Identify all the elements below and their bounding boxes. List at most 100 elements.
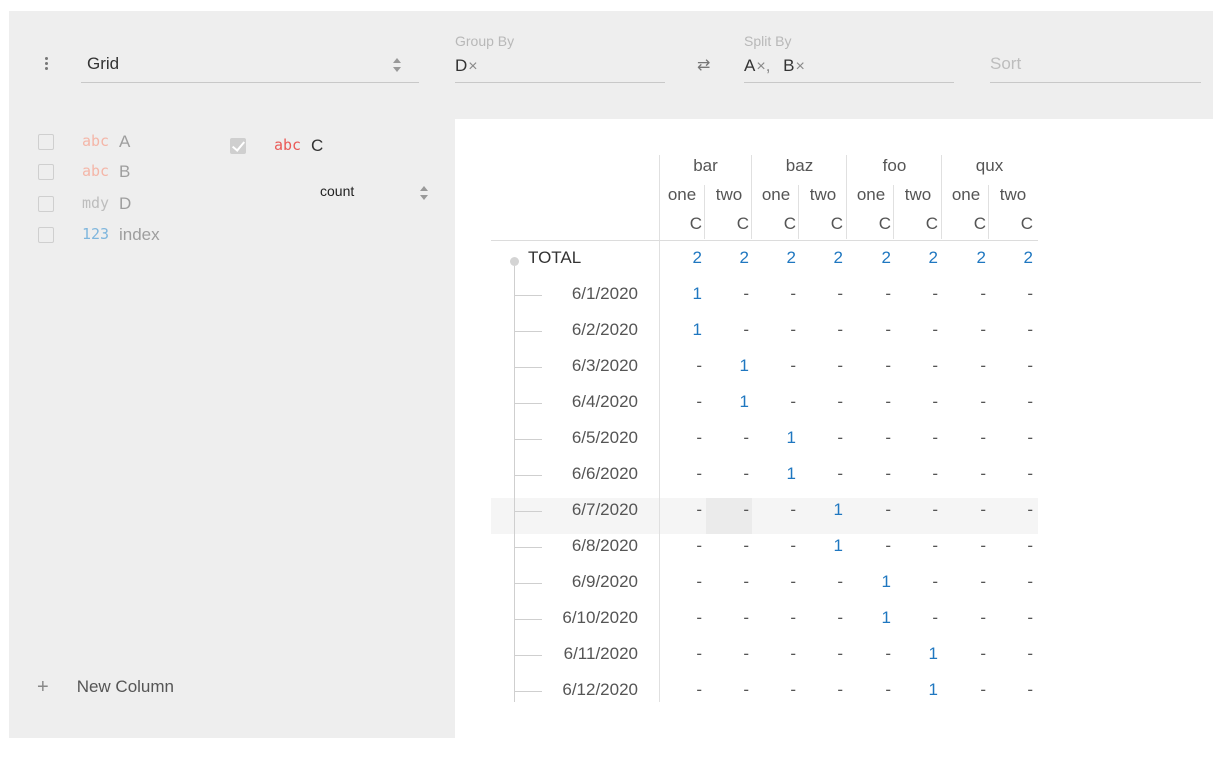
- grid-cell[interactable]: -: [797, 284, 843, 304]
- group-by-pill[interactable]: D×: [455, 56, 478, 76]
- grid-cell[interactable]: -: [845, 500, 891, 520]
- grid-cell[interactable]: 1: [892, 680, 938, 700]
- grid-cell[interactable]: -: [987, 320, 1033, 340]
- grid-cell[interactable]: 1: [797, 500, 843, 520]
- grid-cell[interactable]: -: [940, 608, 986, 628]
- grid-cell[interactable]: -: [987, 644, 1033, 664]
- column-header-c[interactable]: C: [706, 214, 749, 234]
- grid-cell[interactable]: -: [940, 680, 986, 700]
- grid-cell[interactable]: -: [750, 536, 796, 556]
- split-subheader[interactable]: two: [990, 185, 1036, 205]
- grid-cell[interactable]: -: [703, 644, 749, 664]
- split-subheader[interactable]: one: [753, 185, 799, 205]
- total-cell[interactable]: 2: [845, 248, 891, 268]
- grid-cell[interactable]: -: [845, 680, 891, 700]
- grid-cell[interactable]: -: [940, 536, 986, 556]
- column-header-c[interactable]: C: [895, 214, 938, 234]
- total-cell[interactable]: 2: [797, 248, 843, 268]
- grid-cell[interactable]: 1: [797, 536, 843, 556]
- grid-cell[interactable]: -: [845, 536, 891, 556]
- split-subheader[interactable]: two: [706, 185, 752, 205]
- group-by-field[interactable]: Group By D×: [455, 31, 665, 83]
- new-column-button[interactable]: + New Column: [37, 676, 174, 699]
- grid-cell[interactable]: 1: [656, 320, 702, 340]
- grid-cell[interactable]: -: [845, 644, 891, 664]
- grid-cell[interactable]: -: [703, 680, 749, 700]
- grid-cell[interactable]: -: [703, 464, 749, 484]
- grid-cell[interactable]: -: [703, 428, 749, 448]
- column-header-c[interactable]: C: [753, 214, 796, 234]
- total-cell[interactable]: 2: [703, 248, 749, 268]
- grid-cell[interactable]: -: [892, 392, 938, 412]
- grid-cell[interactable]: -: [940, 284, 986, 304]
- column-header-c[interactable]: C: [943, 214, 986, 234]
- total-cell[interactable]: 2: [892, 248, 938, 268]
- grid-cell[interactable]: -: [797, 320, 843, 340]
- grid-cell[interactable]: 1: [750, 428, 796, 448]
- grid-cell[interactable]: -: [892, 536, 938, 556]
- grid-cell[interactable]: -: [987, 680, 1033, 700]
- column-checkbox[interactable]: [38, 196, 54, 212]
- grid-cell[interactable]: -: [656, 392, 702, 412]
- grid-cell[interactable]: -: [987, 356, 1033, 376]
- datagrid[interactable]: bar baz foo qux one two one two one two one two C C C C…: [455, 119, 1213, 738]
- aggregate-select[interactable]: count: [320, 183, 430, 203]
- split-subheader[interactable]: two: [800, 185, 846, 205]
- total-cell[interactable]: 2: [987, 248, 1033, 268]
- grid-cell[interactable]: -: [797, 356, 843, 376]
- total-cell[interactable]: 2: [940, 248, 986, 268]
- column-header-c[interactable]: C: [990, 214, 1033, 234]
- column-header-c[interactable]: C: [800, 214, 843, 234]
- grid-cell[interactable]: 1: [845, 608, 891, 628]
- column-header-c[interactable]: C: [848, 214, 891, 234]
- grid-cell[interactable]: -: [987, 572, 1033, 592]
- grid-cell[interactable]: -: [987, 284, 1033, 304]
- split-by-field[interactable]: Split By A×, B×: [744, 31, 954, 83]
- total-cell[interactable]: 2: [750, 248, 796, 268]
- split-subheader[interactable]: one: [659, 185, 705, 205]
- grid-cell[interactable]: -: [656, 608, 702, 628]
- grid-cell[interactable]: -: [656, 536, 702, 556]
- grid-cell[interactable]: -: [940, 428, 986, 448]
- grid-cell[interactable]: -: [797, 428, 843, 448]
- grid-cell[interactable]: -: [703, 608, 749, 628]
- split-subheader[interactable]: one: [943, 185, 989, 205]
- grid-cell[interactable]: -: [987, 500, 1033, 520]
- grid-cell[interactable]: -: [656, 572, 702, 592]
- grid-cell[interactable]: 1: [750, 464, 796, 484]
- grid-cell[interactable]: -: [656, 644, 702, 664]
- grid-cell[interactable]: -: [940, 392, 986, 412]
- grid-cell[interactable]: -: [892, 572, 938, 592]
- remove-icon[interactable]: ×: [796, 58, 805, 75]
- grid-cell[interactable]: 1: [703, 392, 749, 412]
- grid-cell[interactable]: -: [845, 320, 891, 340]
- grid-cell[interactable]: -: [845, 284, 891, 304]
- column-checkbox[interactable]: [38, 134, 54, 150]
- grid-cell[interactable]: -: [797, 392, 843, 412]
- grid-cell[interactable]: -: [987, 428, 1033, 448]
- grid-cell[interactable]: -: [845, 392, 891, 412]
- column-checkbox[interactable]: [38, 227, 54, 243]
- split-by-pill[interactable]: A×,: [744, 56, 770, 76]
- grid-cell[interactable]: 1: [845, 572, 891, 592]
- grid-cell[interactable]: -: [750, 392, 796, 412]
- grid-cell[interactable]: -: [892, 320, 938, 340]
- grid-cell[interactable]: 1: [892, 644, 938, 664]
- grid-cell[interactable]: -: [750, 608, 796, 628]
- grid-cell[interactable]: -: [987, 464, 1033, 484]
- grid-cell[interactable]: 1: [656, 284, 702, 304]
- grid-cell[interactable]: -: [797, 608, 843, 628]
- split-header-baz[interactable]: baz: [753, 156, 846, 176]
- grid-cell[interactable]: -: [987, 608, 1033, 628]
- grid-cell[interactable]: -: [845, 428, 891, 448]
- grid-cell[interactable]: -: [703, 284, 749, 304]
- grid-cell[interactable]: -: [940, 644, 986, 664]
- grid-cell[interactable]: -: [845, 356, 891, 376]
- grid-cell[interactable]: -: [656, 356, 702, 376]
- grid-cell[interactable]: -: [750, 644, 796, 664]
- plugin-select[interactable]: Grid: [81, 51, 419, 83]
- grid-cell[interactable]: -: [845, 464, 891, 484]
- grid-cell[interactable]: -: [892, 464, 938, 484]
- column-checkbox-checked[interactable]: [230, 138, 246, 154]
- grid-cell[interactable]: -: [892, 500, 938, 520]
